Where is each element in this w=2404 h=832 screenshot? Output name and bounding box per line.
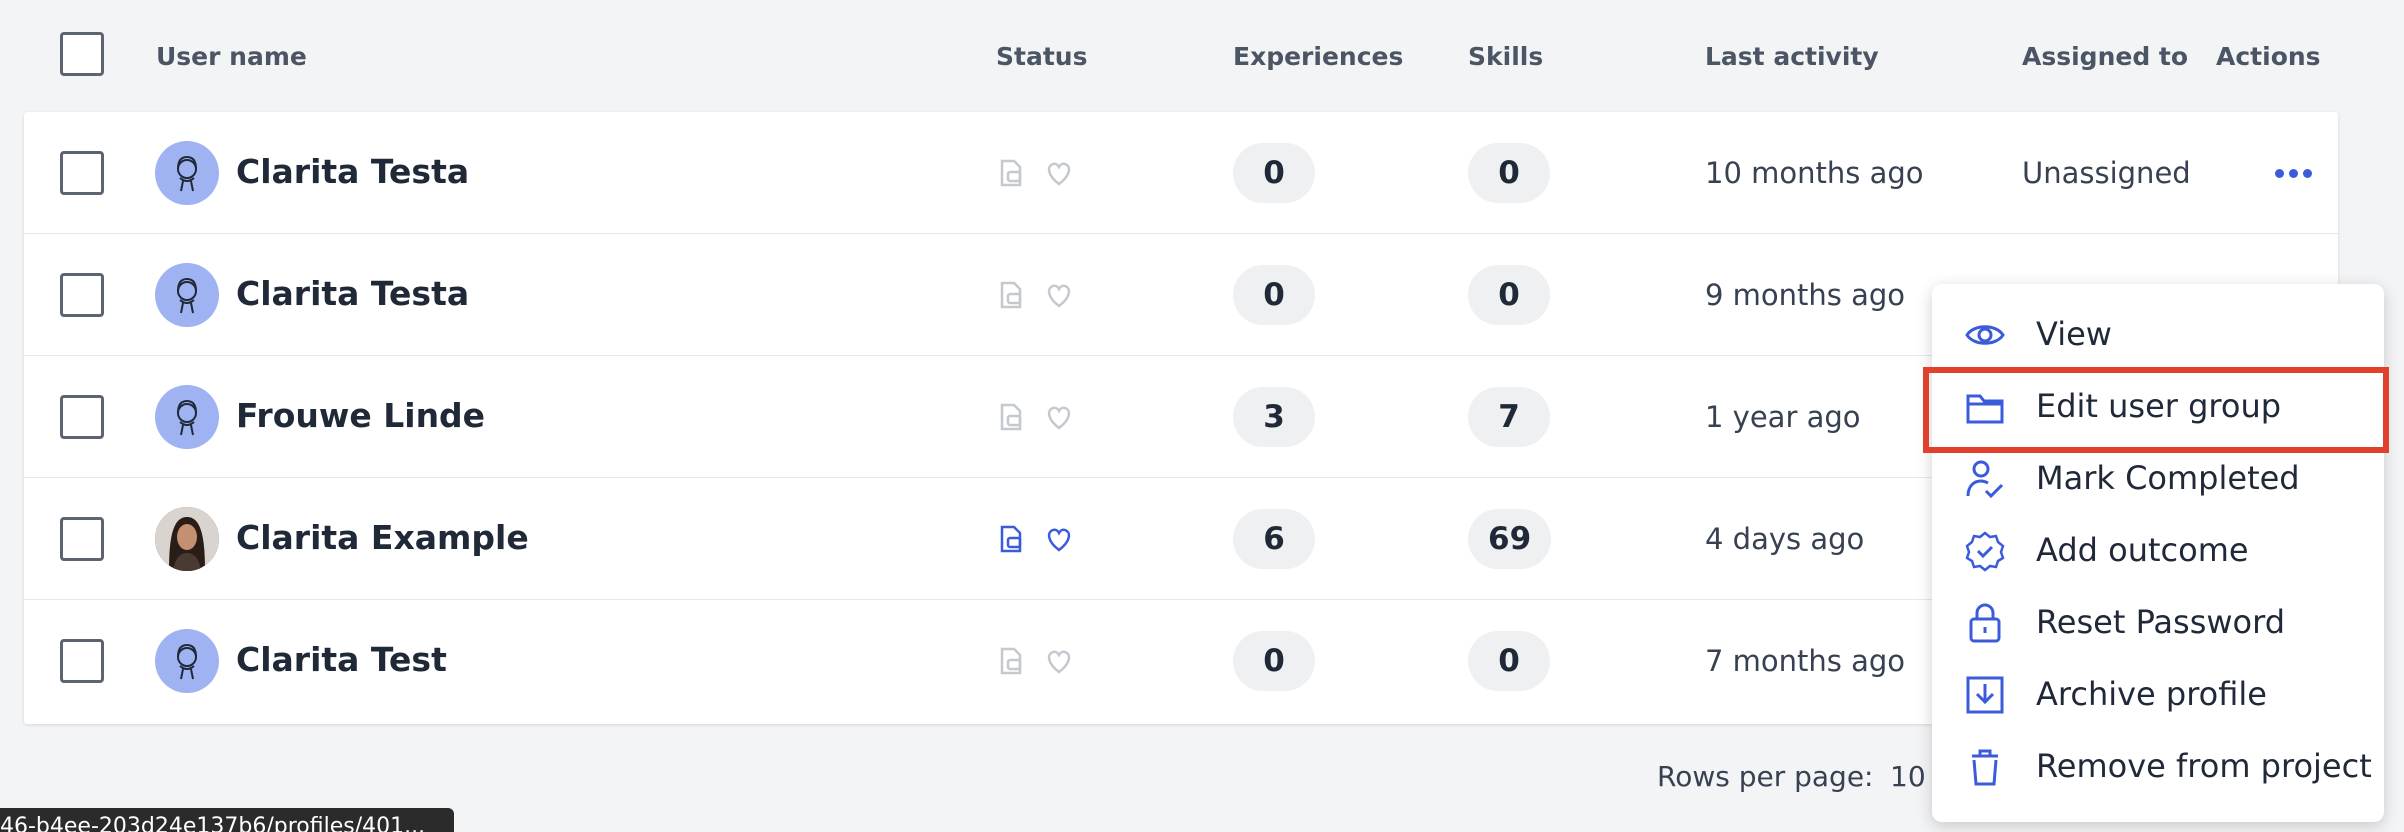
col-status[interactable]: Status [996,42,1087,71]
heart-status-icon [1047,528,1071,552]
placeholder-avatar-icon [155,263,219,327]
user-name[interactable]: Frouwe Linde [236,396,485,435]
placeholder-avatar-icon [155,629,219,693]
heart-status-icon [1047,162,1071,186]
assigned-to: Unassigned [2022,156,2191,190]
row-checkbox[interactable] [60,273,104,317]
experiences-count: 0 [1233,631,1315,691]
badge-check-icon [1965,531,2005,572]
user-name[interactable]: Clarita Testa [236,152,469,191]
menu-item-reset-password[interactable]: Reset Password [1932,586,2384,658]
highlight-box [1923,367,2389,453]
skills-count: 0 [1468,265,1550,325]
experiences-count: 0 [1233,265,1315,325]
user-name[interactable]: Clarita Testa [236,274,469,313]
col-skills[interactable]: Skills [1468,42,1543,71]
placeholder-avatar-icon [155,385,219,449]
more-actions-icon[interactable] [2269,156,2317,190]
menu-item-view[interactable]: View [1932,298,2384,370]
col-last-activity[interactable]: Last activity [1705,42,1879,71]
menu-item-label: View [2036,315,2112,353]
heart-status-icon [1047,284,1071,308]
rows-per-page-select[interactable]: 10 [1890,760,1926,793]
row-checkbox[interactable] [60,151,104,195]
link-url-status: 46-b4ee-203d24e137b6/profiles/401... [0,808,454,832]
menu-item-label: Archive profile [2036,675,2267,713]
heart-status-icon [1047,406,1071,430]
menu-item-label: Add outcome [2036,531,2249,569]
row-checkbox[interactable] [60,395,104,439]
archive-download-icon [1966,676,2004,714]
trash-icon [1972,749,1998,786]
skills-count: 69 [1468,509,1552,569]
user-name[interactable]: Clarita Test [236,640,447,679]
col-assigned-to[interactable]: Assigned to [2022,42,2188,71]
menu-item-add-outcome[interactable]: Add outcome [1932,514,2384,586]
last-activity: 9 months ago [1705,278,1906,312]
table-row[interactable]: Clarita Testa 0 0 10 months ago Unassign… [24,112,2338,234]
experiences-count: 3 [1233,387,1315,447]
menu-item-label: Reset Password [2036,603,2286,641]
document-status-icon [1000,403,1022,431]
menu-item-label: Remove from project [2036,747,2372,785]
last-activity: 4 days ago [1705,522,1865,556]
rows-per-page-label: Rows per page: [1657,760,1874,793]
select-all-checkbox[interactable] [60,32,104,76]
last-activity: 10 months ago [1705,156,1924,190]
menu-item-remove-from-project[interactable]: Remove from project [1932,730,2384,802]
last-activity: 1 year ago [1705,400,1861,434]
skills-count: 7 [1468,387,1550,447]
eye-icon [1965,325,2005,345]
user-check-icon [1966,460,2004,499]
skills-count: 0 [1468,631,1550,691]
experiences-count: 6 [1233,509,1315,569]
col-user-name[interactable]: User name [156,42,307,71]
table-header: User name Status Experiences Skills Last… [0,0,2404,112]
skills-count: 0 [1468,143,1550,203]
col-actions: Actions [2216,42,2321,71]
row-checkbox[interactable] [60,517,104,561]
document-status-icon [1000,525,1022,553]
user-name[interactable]: Clarita Example [236,518,529,557]
heart-status-icon [1047,650,1071,674]
document-status-icon [1000,159,1022,187]
photo-avatar [155,507,219,571]
last-activity: 7 months ago [1705,644,1906,678]
col-experiences[interactable]: Experiences [1233,42,1403,71]
row-actions-menu: View Edit user group Mark Completed Add … [1932,284,2384,822]
menu-item-label: Mark Completed [2036,459,2300,497]
experiences-count: 0 [1233,143,1315,203]
placeholder-avatar-icon [155,141,219,205]
row-checkbox[interactable] [60,639,104,683]
menu-item-archive-profile[interactable]: Archive profile [1932,658,2384,730]
lock-icon [1969,603,2001,643]
document-status-icon [1000,647,1022,675]
document-status-icon [1000,281,1022,309]
